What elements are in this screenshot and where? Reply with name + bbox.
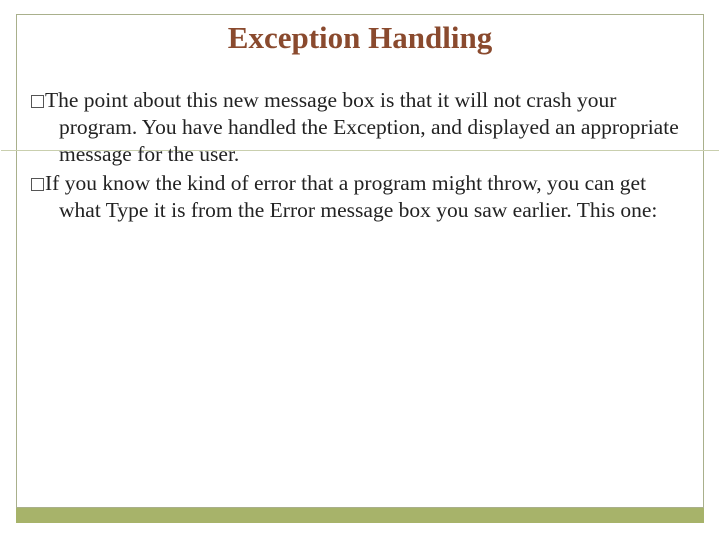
accent-bar — [16, 508, 704, 523]
content-frame: Exception Handling The point about this … — [16, 14, 704, 508]
bullet-item: If you know the kind of error that a pro… — [31, 170, 685, 224]
bullet-text: If you know the kind of error that a pro… — [45, 171, 657, 222]
body-text: The point about this new message box is … — [31, 87, 685, 225]
bullet-item: The point about this new message box is … — [31, 87, 685, 168]
bullet-text: The point about this new message box is … — [45, 88, 679, 166]
square-bullet-icon — [31, 178, 44, 191]
slide: Exception Handling The point about this … — [0, 0, 720, 540]
slide-title: Exception Handling — [17, 19, 703, 58]
square-bullet-icon — [31, 95, 44, 108]
